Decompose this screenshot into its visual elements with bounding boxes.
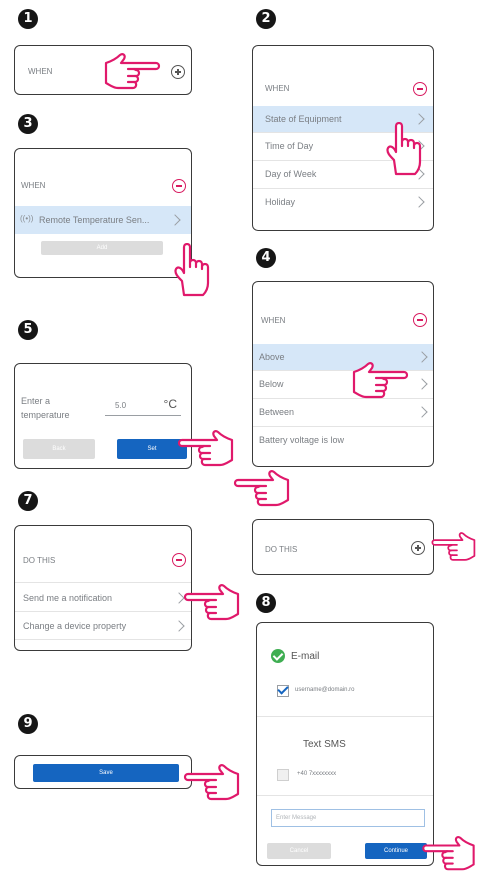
save-button[interactable]: Save [33, 764, 179, 782]
pointing-hand-icon [104, 53, 162, 93]
divider [257, 716, 433, 717]
step-8-badge: 8 [256, 593, 276, 613]
add-condition-icon[interactable] [171, 65, 185, 79]
do-this-label: DO THIS [23, 556, 56, 565]
menu-item-between[interactable]: Between [253, 399, 433, 427]
menu-item-battery-low[interactable]: Battery voltage is low [253, 427, 433, 454]
step-9-badge: 9 [18, 714, 38, 734]
menu-item-label: Send me a notification [23, 593, 113, 603]
when-device-panel: WHEN ((•)) Remote Temperature Sen... Add [14, 148, 192, 278]
temperature-value: 5.0 [115, 401, 127, 410]
menu-item-label: Holiday [265, 197, 296, 207]
back-button[interactable]: Back [23, 439, 95, 459]
temperature-unit: °C [163, 397, 177, 411]
when-label: WHEN [21, 181, 46, 190]
collapse-icon[interactable] [172, 179, 186, 193]
device-row[interactable]: ((•)) Remote Temperature Sen... [15, 206, 191, 234]
pointing-hand-icon [182, 584, 240, 624]
menu-item-label: Battery voltage is low [259, 435, 345, 445]
collapse-icon[interactable] [413, 82, 427, 96]
chevron-right-icon [169, 214, 181, 226]
pointing-hand-icon [232, 470, 290, 510]
step-3-badge: 3 [18, 114, 38, 134]
pointing-hand-icon [384, 122, 424, 178]
message-input[interactable]: Enter Message [271, 809, 425, 827]
pointing-hand-icon [172, 243, 212, 299]
save-panel: Save [14, 755, 192, 789]
pointing-hand-icon [420, 836, 476, 874]
message-placeholder: Enter Message [276, 815, 317, 821]
step-1-badge: 1 [18, 9, 38, 29]
menu-item-label: Day of Week [265, 169, 317, 179]
pointing-hand-icon [352, 362, 410, 402]
cancel-button[interactable]: Cancel [267, 843, 331, 859]
menu-item-label: Below [259, 379, 284, 389]
chevron-right-icon [416, 351, 428, 363]
step-5-badge: 5 [18, 320, 38, 340]
chevron-right-icon [413, 196, 425, 208]
when-panel-collapsed: WHEN [14, 45, 192, 95]
step-7-badge: 7 [18, 491, 38, 511]
menu-item-holiday[interactable]: Holiday [253, 189, 433, 216]
temperature-input[interactable]: 5.0 °C [105, 395, 181, 416]
when-label: WHEN [28, 67, 53, 76]
chevron-right-icon [416, 378, 428, 390]
menu-item-label: Time of Day [265, 141, 314, 151]
notification-settings-panel: E-mail username@domain.ro Text SMS +40 7… [256, 622, 434, 866]
menu-item-label: Change a device property [23, 621, 127, 631]
when-label: WHEN [261, 316, 286, 325]
menu-item-change-device-property[interactable]: Change a device property [15, 611, 191, 640]
step-2-badge: 2 [256, 9, 276, 29]
menu-item-send-notification[interactable]: Send me a notification [15, 582, 191, 612]
do-this-menu-panel: DO THIS Send me a notification Change a … [14, 525, 192, 651]
wireless-sensor-icon: ((•)) [20, 214, 34, 223]
sms-label: Text SMS [303, 739, 346, 750]
divider [257, 795, 433, 796]
email-label: E-mail [291, 651, 320, 662]
check-circle-icon [271, 649, 285, 663]
add-button[interactable]: Add [41, 241, 163, 255]
continue-button[interactable]: Continue [365, 843, 427, 859]
collapse-icon[interactable] [413, 313, 427, 327]
pointing-hand-icon [182, 764, 240, 804]
email-checkbox[interactable] [277, 683, 289, 697]
sms-checkbox[interactable] [277, 769, 289, 781]
temperature-input-panel: Enter a temperature 5.0 °C Back Set [14, 363, 192, 469]
menu-item-label: Between [259, 407, 295, 417]
device-name: Remote Temperature Sen... [39, 215, 150, 225]
menu-item-label: State of Equipment [265, 114, 342, 124]
email-address: username@domain.ro [295, 687, 355, 693]
when-label: WHEN [265, 84, 290, 93]
do-this-label: DO THIS [265, 545, 298, 554]
pointing-hand-icon [176, 430, 234, 470]
pointing-hand-icon [430, 528, 476, 568]
phone-number: +40 7xxxxxxxx [297, 771, 337, 777]
menu-item-label: Above [259, 352, 285, 362]
do-this-panel-collapsed: DO THIS [252, 519, 434, 575]
chevron-right-icon [416, 406, 428, 418]
temperature-prompt: Enter a temperature [21, 396, 70, 420]
collapse-icon[interactable] [172, 553, 186, 567]
step-4-badge: 4 [256, 248, 276, 268]
add-action-icon[interactable] [411, 541, 425, 555]
